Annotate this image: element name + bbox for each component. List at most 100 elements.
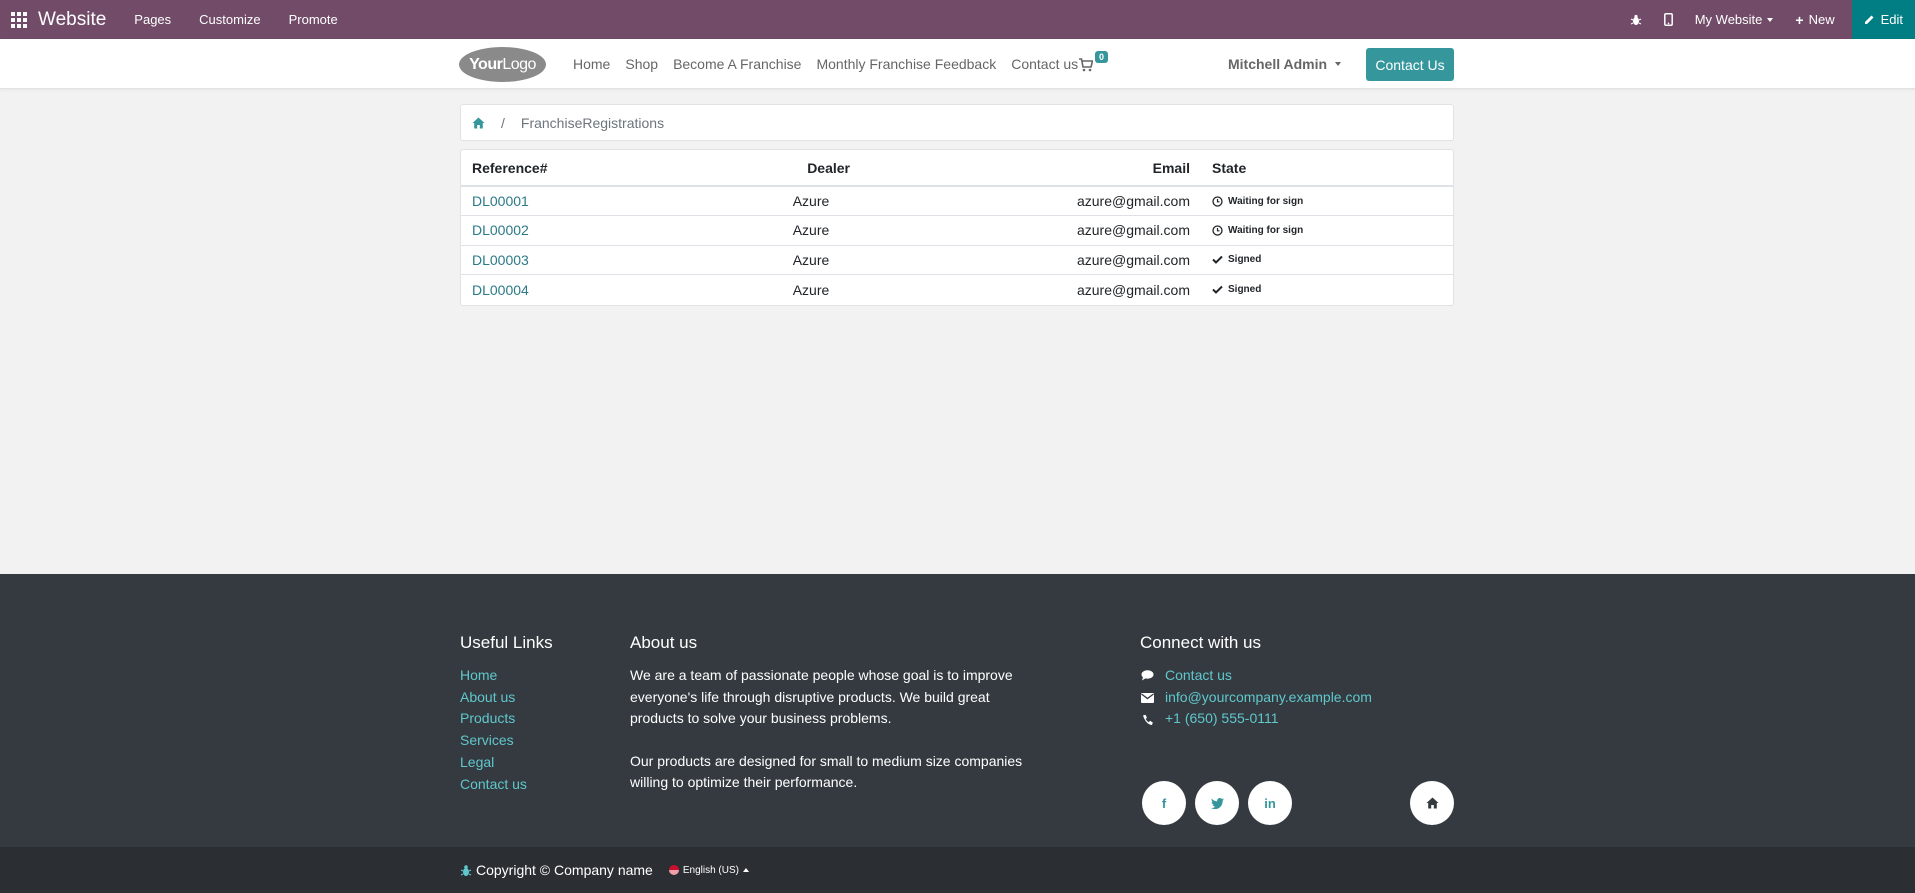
reference-link[interactable]: DL00001 — [472, 193, 529, 209]
site-footer: Useful Links Home About us Products Serv… — [0, 574, 1915, 847]
new-button[interactable]: + New — [1795, 12, 1834, 28]
registrations-table-card: Reference# Dealer Email State DL00001 Az… — [460, 149, 1454, 306]
user-name: Mitchell Admin — [1228, 56, 1328, 72]
reference-link[interactable]: DL00002 — [472, 222, 529, 238]
dealer-cell: Azure — [761, 185, 861, 216]
plus-icon: + — [1795, 11, 1804, 28]
new-label: New — [1808, 12, 1835, 27]
twitter-icon[interactable] — [1195, 781, 1239, 825]
useful-links-section: Useful Links Home About us Products Serv… — [460, 633, 553, 795]
check-icon — [1212, 285, 1223, 294]
reference-link[interactable]: DL00003 — [472, 252, 529, 268]
about-paragraph-2: Our products are designed for small to m… — [630, 752, 1023, 791]
cart-icon — [1079, 58, 1093, 72]
state-label: Waiting for sign — [1228, 224, 1304, 236]
main-nav: Home Shop Become A Franchise Monthly Fra… — [573, 39, 1093, 89]
email-cell: azure@gmail.com — [861, 244, 1201, 275]
us-flag-icon — [668, 865, 679, 875]
clock-icon — [1212, 225, 1223, 236]
nav-monthly-feedback[interactable]: Monthly Franchise Feedback — [816, 56, 996, 72]
logo-text-bold: Your — [469, 55, 503, 73]
state-badge: Waiting for sign — [1212, 225, 1442, 236]
check-icon — [1212, 256, 1223, 265]
debug-bug-icon[interactable] — [1630, 14, 1642, 26]
home-icon[interactable] — [472, 117, 485, 129]
nav-contact-us[interactable]: Contact us — [1011, 56, 1078, 72]
admin-bar: Website Pages Customize Promote My Websi… — [0, 0, 1915, 39]
column-header-reference: Reference# — [461, 150, 761, 187]
footer-link-services[interactable]: Services — [460, 730, 553, 752]
email-cell: azure@gmail.com — [861, 215, 1201, 245]
state-badge: Signed — [1212, 254, 1442, 265]
apps-menu-icon[interactable] — [0, 0, 38, 39]
edit-button[interactable]: Edit — [1851, 0, 1915, 39]
comment-icon — [1140, 670, 1155, 681]
contact-us-button[interactable]: Contact Us — [1366, 48, 1454, 81]
user-menu[interactable]: Mitchell Admin — [1228, 39, 1342, 89]
column-header-dealer: Dealer — [761, 150, 861, 187]
my-website-label: My Website — [1694, 12, 1763, 27]
nav-become-franchise[interactable]: Become A Franchise — [673, 56, 801, 72]
company-logo[interactable]: Your Logo — [459, 47, 546, 82]
registrations-table: Reference# Dealer Email State DL00001 Az… — [461, 150, 1453, 304]
mobile-preview-icon[interactable] — [1663, 13, 1673, 26]
menu-pages[interactable]: Pages — [134, 12, 171, 27]
dealer-cell: Azure — [761, 215, 861, 245]
language-label: English (US) — [682, 864, 739, 876]
my-website-dropdown[interactable]: My Website — [1695, 12, 1774, 27]
cart-button[interactable]: 0 — [1079, 51, 1109, 75]
social-links: f in — [1142, 781, 1456, 825]
table-row: DL00001 Azure azure@gmail.com Waiting fo… — [461, 185, 1453, 216]
column-header-email: Email — [861, 150, 1201, 187]
about-title: About us — [630, 633, 698, 652]
column-header-state: State — [1201, 150, 1453, 187]
state-label: Signed — [1228, 284, 1262, 295]
breadcrumb: / FranchiseRegistrations — [460, 104, 1454, 141]
state-badge: Waiting for sign — [1212, 196, 1442, 207]
cart-count-badge: 0 — [1095, 51, 1109, 63]
footer-link-contact[interactable]: Contact us — [460, 774, 553, 796]
footer-link-legal[interactable]: Legal — [460, 752, 553, 774]
nav-shop[interactable]: Shop — [625, 56, 658, 72]
reference-link[interactable]: DL00004 — [472, 282, 529, 298]
menu-promote[interactable]: Promote — [289, 12, 338, 27]
site-header: Your Logo Home Shop Become A Franchise Mo… — [0, 39, 1915, 89]
phone-icon — [1140, 714, 1155, 725]
email-row: info@yourcompany.example.com — [1140, 687, 1460, 709]
copyright-text: Copyright © Company name — [476, 862, 653, 878]
table-header-row: Reference# Dealer Email State — [461, 150, 1453, 187]
home-icon[interactable] — [1410, 781, 1454, 825]
footer-phone-link[interactable]: +1 (650) 555-0111 — [1165, 708, 1279, 730]
table-row: DL00004 Azure azure@gmail.com Signed — [461, 274, 1453, 304]
language-selector[interactable]: English (US) — [668, 864, 749, 876]
linkedin-icon[interactable]: in — [1248, 781, 1292, 825]
state-label: Waiting for sign — [1228, 195, 1304, 207]
nav-home[interactable]: Home — [573, 56, 610, 72]
breadcrumb-separator: / — [501, 114, 505, 131]
footer-email-link[interactable]: info@yourcompany.example.com — [1165, 687, 1372, 709]
chevron-down-icon — [1335, 62, 1342, 66]
menu-customize[interactable]: Customize — [199, 12, 260, 27]
copyright-bar: Copyright © Company name English (US) — [0, 847, 1915, 893]
app-brand[interactable]: Website — [38, 9, 106, 31]
clock-icon — [1212, 195, 1223, 207]
state-badge: Signed — [1212, 284, 1442, 295]
about-section: About us We are a team of passionate peo… — [630, 633, 1030, 815]
footer-contact-link[interactable]: Contact us — [1165, 665, 1232, 687]
chevron-down-icon — [1767, 17, 1774, 22]
contact-row: Contact us — [1140, 665, 1460, 687]
bug-icon — [460, 864, 472, 876]
phone-row: +1 (650) 555-0111 — [1140, 708, 1460, 730]
connect-section: Connect with us Contact us info@yourcomp… — [1140, 633, 1460, 825]
email-cell: azure@gmail.com — [861, 274, 1201, 304]
facebook-icon[interactable]: f — [1142, 781, 1186, 825]
email-cell: azure@gmail.com — [861, 185, 1201, 216]
footer-link-products[interactable]: Products — [460, 708, 553, 730]
footer-link-about[interactable]: About us — [460, 687, 553, 709]
about-paragraph-1: We are a team of passionate people whose… — [630, 667, 1013, 726]
edit-label: Edit — [1880, 12, 1903, 27]
breadcrumb-current: FranchiseRegistrations — [520, 114, 665, 131]
chevron-up-icon — [742, 868, 749, 872]
dealer-cell: Azure — [761, 274, 861, 304]
footer-link-home[interactable]: Home — [460, 665, 553, 687]
